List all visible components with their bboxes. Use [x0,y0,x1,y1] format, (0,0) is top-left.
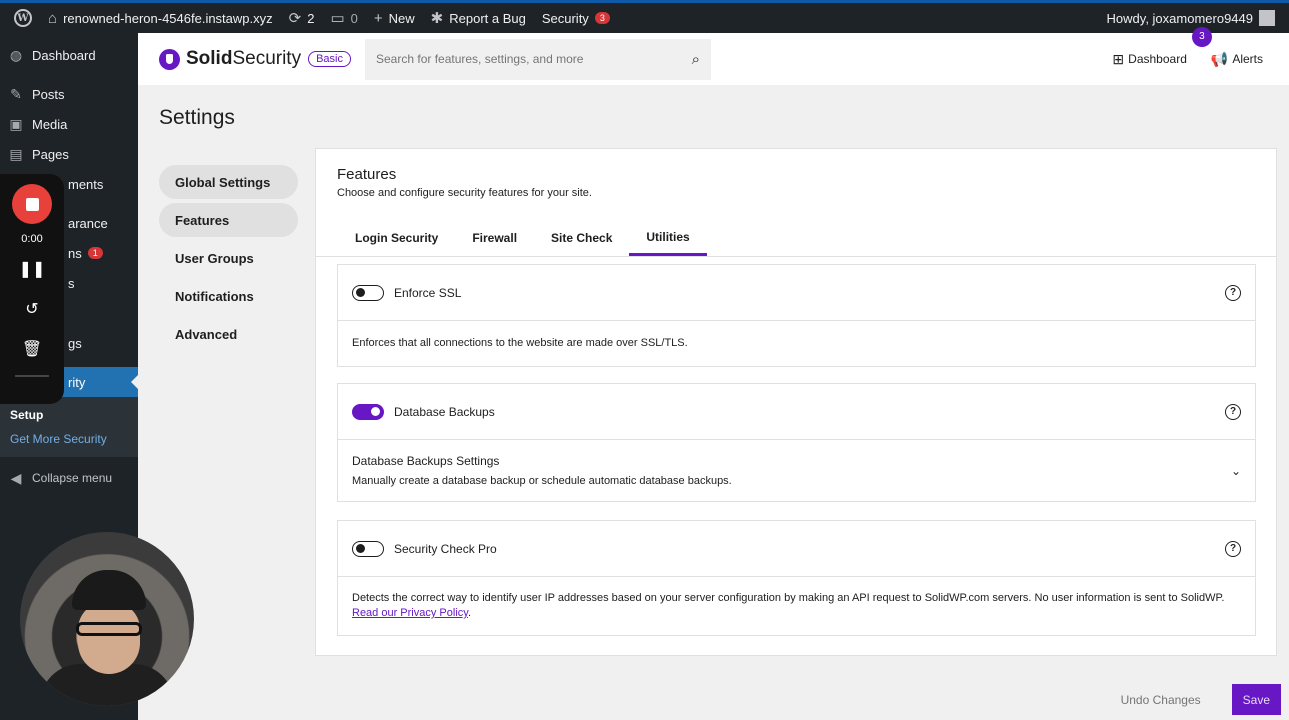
comments-link[interactable]: ▭ 0 [322,3,365,33]
submenu-item-setup[interactable]: Setup [0,403,138,427]
wordpress-logo[interactable]: W [6,3,40,33]
restart-icon: ↺ [25,301,39,318]
stop-icon [25,197,39,211]
feature-name: Enforce SSL [394,285,462,300]
security-count-badge: 3 [594,12,610,24]
sidebar-item-pages[interactable]: ▤ Pages [0,139,138,169]
site-name-link[interactable]: ⌂ renowned-heron-4546fe.instawp.xyz [40,3,281,33]
pin-icon: ✎ [10,85,22,102]
database-backups-toggle[interactable] [352,403,384,420]
privacy-policy-link[interactable]: Read our Privacy Policy [352,607,468,619]
home-icon: ⌂ [48,9,58,27]
footer-actions: Undo Changes Save [1121,684,1281,715]
plan-badge: Basic [308,51,351,67]
bug-icon: ✱ [430,10,444,27]
feature-search: ⌕ [365,38,711,80]
collapse-icon: ◀ [10,469,22,486]
undo-changes-button[interactable]: Undo Changes [1121,693,1201,707]
search-icon[interactable]: ⌕ [692,51,700,68]
settings-nav-notifications[interactable]: Notifications [159,279,298,313]
sidebar-item-posts[interactable]: ✎ Posts [0,79,138,109]
pages-icon: ▤ [9,145,23,162]
chevron-down-icon: ⌄ [1230,463,1241,478]
pause-button[interactable]: ❚❚ [19,259,46,281]
help-icon[interactable]: ? [1225,540,1241,557]
megaphone-icon: 📢 [1210,50,1229,67]
screen-recorder-toolbar: 0:00 ❚❚ ↺ 🗑 [0,174,64,404]
pause-icon: ❚❚ [18,261,46,278]
features-panel: Features Choose and configure security f… [315,148,1277,656]
alerts-count-badge: 3 [1191,26,1212,47]
feature-tabs: Login Security Firewall Site Check Utili… [316,220,1276,257]
grid-icon: ⊞ [1112,50,1125,67]
solid-security-header: SolidSecurity Basic ⌕ ⊞Dashboard 3 📢Aler… [138,26,1289,85]
restart-button[interactable]: ↺ [25,299,38,321]
feature-card-security-check-pro: Security Check Pro ? Detects the correct… [337,520,1256,636]
settings-nav-features[interactable]: Features [159,203,298,237]
recorder-divider [15,375,49,377]
tab-firewall[interactable]: Firewall [455,220,534,256]
feature-name: Security Check Pro [394,541,497,556]
settings-nav: Global Settings Features User Groups Not… [159,165,298,355]
page-title: Settings [159,106,235,129]
wordpress-icon: W [14,9,32,27]
report-bug-link[interactable]: ✱ Report a Bug [423,3,534,33]
settings-description: Manually create a database backup or sch… [352,475,732,487]
webcam-figure-cap [72,570,146,610]
settings-nav-global-settings[interactable]: Global Settings [159,165,298,199]
sidebar-item-media[interactable]: ▣ Media [0,109,138,139]
security-submenu: Setup Get More Security [0,397,138,457]
admin-bar: W ⌂ renowned-heron-4546fe.instawp.xyz ⟳ 2 … [0,0,1289,33]
feature-card-enforce-ssl: Enforce SSL ? Enforces that all connecti… [337,264,1256,367]
settings-title: Database Backups Settings [352,454,500,468]
brand-logo[interactable]: SolidSecurity Basic [159,48,351,70]
enforce-ssl-toggle[interactable] [352,284,384,301]
comment-icon: ▭ [330,10,345,27]
collapse-menu-button[interactable]: ◀ Collapse menu [0,463,138,493]
media-icon: ▣ [9,115,23,132]
settings-nav-user-groups[interactable]: User Groups [159,241,298,275]
feature-description: Detects the correct way to identify user… [352,592,1225,619]
settings-nav-advanced[interactable]: Advanced [159,317,298,351]
solid-security-logo-icon [159,48,180,70]
security-menu-link[interactable]: Security 3 [534,3,618,33]
submenu-item-get-more-security[interactable]: Get More Security [0,427,138,451]
feature-description: Enforces that all connections to the web… [352,337,688,349]
plus-icon: + [373,9,383,27]
database-backups-settings-expander[interactable]: Database Backups Settings Manually creat… [338,440,1255,501]
panel-description: Choose and configure security features f… [337,187,592,199]
recording-timer: 0:00 [21,233,43,245]
delete-recording-button[interactable]: 🗑 [22,339,42,361]
security-check-pro-toggle[interactable] [352,540,384,557]
help-icon[interactable]: ? [1225,284,1241,301]
webcam-figure-glasses [76,622,142,636]
trash-icon: 🗑 [21,341,43,358]
stop-recording-button[interactable] [12,184,52,224]
feature-card-database-backups: Database Backups ? Database Backups Sett… [337,383,1256,502]
alerts-button[interactable]: 3 📢 Alerts [1191,26,1263,68]
feature-name: Database Backups [394,404,495,419]
dashboard-button[interactable]: ⊞ Dashboard [1112,51,1186,68]
plugins-count-badge: 1 [87,247,103,259]
avatar [1259,10,1275,26]
sidebar-item-dashboard[interactable]: ◍ Dashboard [0,40,138,70]
save-button[interactable]: Save [1231,684,1281,715]
tab-login-security[interactable]: Login Security [338,220,455,256]
search-input[interactable] [376,52,666,66]
my-account-link[interactable]: Howdy, joxamomero9449 [1099,3,1283,33]
webcam-bubble[interactable] [20,532,194,706]
panel-title: Features [337,166,397,183]
updates-link[interactable]: ⟳ 2 [281,3,323,33]
new-content-link[interactable]: + New [366,3,423,33]
webcam-figure-face [78,602,140,674]
dashboard-icon: ◍ [9,46,23,63]
tab-utilities[interactable]: Utilities [629,220,707,256]
updates-icon: ⟳ [288,10,302,27]
help-icon[interactable]: ? [1225,403,1241,420]
tab-site-check[interactable]: Site Check [534,220,629,256]
